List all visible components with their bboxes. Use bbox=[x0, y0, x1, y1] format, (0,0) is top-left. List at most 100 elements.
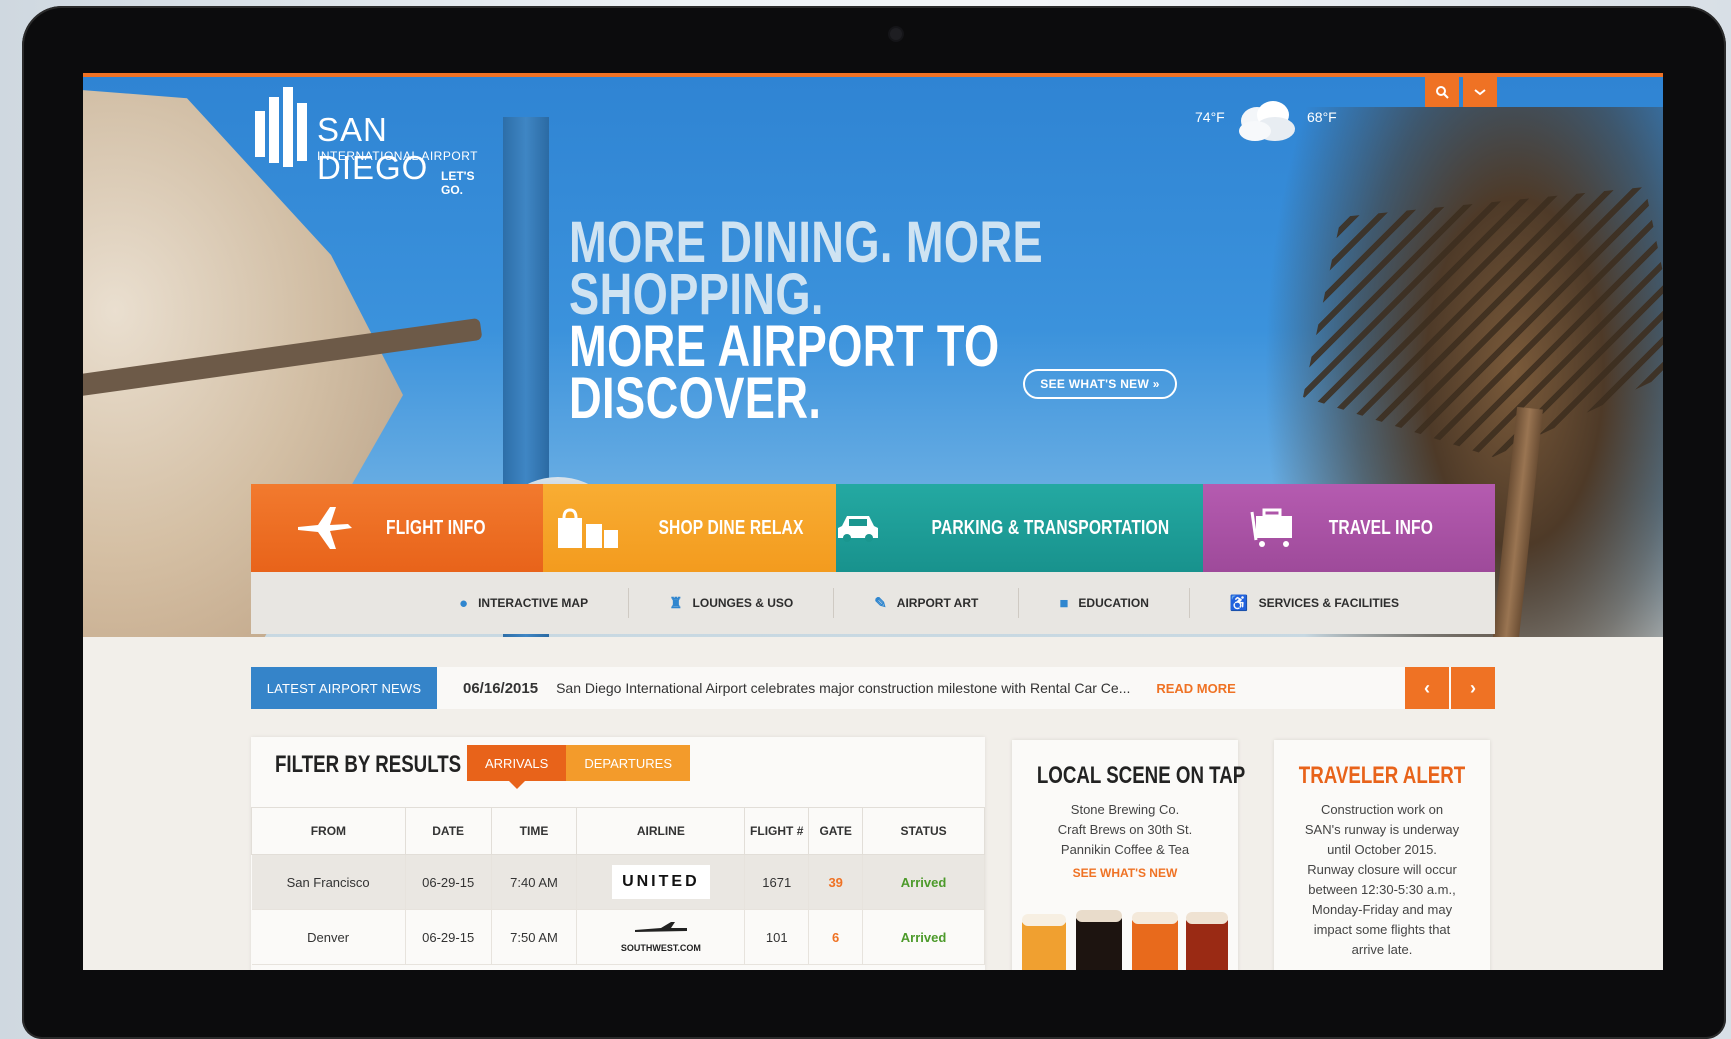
alert-line: between 12:30-5:30 a.m., bbox=[1308, 882, 1456, 897]
local-scene-card: LOCAL SCENE ON TAP Stone Brewing Co. Cra… bbox=[1012, 740, 1246, 970]
alert-line: SAN's runway is underway bbox=[1304, 822, 1460, 837]
alert-line: impact some flights that bbox=[1313, 922, 1451, 937]
map-pin-icon: ● bbox=[459, 594, 469, 612]
news-label: LATEST AIRPORT NEWS bbox=[251, 667, 437, 709]
tile-shop-dine-relax[interactable]: SHOP DINE RELAX bbox=[543, 484, 836, 572]
col-time[interactable]: TIME bbox=[490, 807, 578, 855]
news-prev-button[interactable]: ‹ bbox=[1405, 667, 1449, 709]
website-screen: SAN DIEGO INTERNATIONAL AIRPORT LET'S GO… bbox=[83, 73, 1663, 970]
southwest-plane-icon bbox=[634, 922, 687, 932]
traveler-alert-title: TRAVELER ALERT bbox=[1298, 762, 1466, 789]
tile-travel-info[interactable]: TRAVEL INFO bbox=[1202, 484, 1496, 572]
hero-headline-line1: MORE DINING. MORE SHOPPING. bbox=[569, 210, 1044, 327]
cell-gate: 6 bbox=[808, 909, 864, 965]
cell-gate: 39 bbox=[808, 854, 864, 910]
beer-glasses-image bbox=[1022, 910, 1228, 970]
local-scene-line: Craft Brews on 30th St. bbox=[1057, 822, 1193, 837]
alert-line: Construction work on bbox=[1320, 802, 1444, 817]
logo-mark-icon bbox=[255, 87, 307, 167]
flight-board: FILTER BY RESULTS ARRIVALS DEPARTURES FR… bbox=[251, 737, 985, 970]
accessibility-icon: ♿ bbox=[1229, 595, 1249, 612]
united-logo: UNITED bbox=[612, 865, 710, 899]
alert-line: Monday-Friday and may bbox=[1311, 902, 1453, 917]
tab-arrivals[interactable]: ARRIVALS bbox=[467, 745, 567, 789]
news-date: 06/16/2015 bbox=[463, 679, 539, 697]
col-date[interactable]: DATE bbox=[404, 807, 492, 855]
col-status[interactable]: STATUS bbox=[862, 807, 985, 855]
alert-line: until October 2015. bbox=[1327, 842, 1437, 857]
subnav-airport-art-label: AIRPORT ART bbox=[896, 596, 979, 610]
temp-low: 68°F bbox=[1307, 109, 1337, 125]
subnav-education-label: EDUCATION bbox=[1078, 596, 1149, 610]
news-pager: ‹ › bbox=[1403, 667, 1495, 709]
tab-departures[interactable]: DEPARTURES bbox=[566, 745, 690, 781]
tile-flight-info[interactable]: FLIGHT INFO bbox=[251, 484, 544, 572]
table-row[interactable]: San Francisco 06-29-15 7:40 AM UNITED 16… bbox=[251, 854, 985, 910]
subnav-interactive-map[interactable]: ● INTERACTIVE MAP bbox=[419, 588, 630, 618]
cell-flight: 1671 bbox=[744, 854, 810, 910]
search-button[interactable] bbox=[1425, 77, 1459, 107]
cell-airline: UNITED bbox=[576, 854, 746, 910]
subnav-services-facilities[interactable]: ♿ SERVICES & FACILITIES bbox=[1190, 588, 1439, 618]
tile-parking-transportation[interactable]: PARKING & TRANSPORTATION bbox=[835, 484, 1203, 572]
subnav-lounges-uso[interactable]: ♜ LOUNGES & USO bbox=[629, 588, 835, 618]
news-read-more-link[interactable]: READ MORE bbox=[1130, 667, 1235, 709]
cell-time: 7:40 AM bbox=[491, 854, 578, 910]
traveler-alert-body: Construction work on SAN's runway is und… bbox=[1274, 800, 1490, 960]
subnav-lounges-uso-label: LOUNGES & USO bbox=[692, 596, 794, 610]
local-scene-title: LOCAL SCENE ON TAP bbox=[1036, 762, 1246, 789]
car-icon bbox=[837, 516, 878, 542]
news-next-button[interactable]: › bbox=[1451, 667, 1495, 709]
cell-date: 06-29-15 bbox=[405, 909, 492, 965]
tile-parking-transportation-label: PARKING & TRANSPORTATION bbox=[931, 516, 1170, 539]
cell-date: 06-29-15 bbox=[405, 854, 492, 910]
logo-subtitle: INTERNATIONAL AIRPORT bbox=[317, 149, 478, 163]
local-scene-line: Pannikin Coffee & Tea bbox=[1060, 842, 1190, 857]
cell-status: Arrived bbox=[862, 854, 985, 910]
cell-flight: 101 bbox=[744, 909, 810, 965]
luggage-icon bbox=[1250, 508, 1292, 547]
cloud-icon bbox=[1239, 101, 1295, 141]
table-header-row: FROM DATE TIME AIRLINE FLIGHT # GATE STA… bbox=[251, 807, 985, 855]
col-from[interactable]: FROM bbox=[251, 807, 406, 855]
main-nav-tiles: FLIGHT INFO SHOP DINE RELAX PARKING & TR… bbox=[251, 484, 1496, 572]
tile-travel-info-label: TRAVEL INFO bbox=[1328, 516, 1433, 539]
alert-line: Runway closure will occur bbox=[1307, 862, 1457, 877]
shopping-bags-icon bbox=[557, 508, 618, 548]
hero-headline-line2: MORE AIRPORT TO DISCOVER. bbox=[569, 314, 1000, 431]
book-icon: ■ bbox=[1059, 594, 1069, 612]
col-flight[interactable]: FLIGHT # bbox=[744, 807, 810, 855]
col-gate[interactable]: GATE bbox=[808, 807, 864, 855]
alert-line: arrive late. bbox=[1351, 942, 1413, 957]
camera-icon bbox=[890, 28, 902, 40]
cell-from: Denver bbox=[251, 909, 406, 965]
flight-table: FROM DATE TIME AIRLINE FLIGHT # GATE STA… bbox=[251, 807, 985, 965]
table-row[interactable]: Denver 06-29-15 7:50 AM SOUTHWEST.COM 10… bbox=[251, 909, 985, 965]
menu-toggle-button[interactable] bbox=[1463, 77, 1497, 107]
local-scene-link[interactable]: SEE WHAT'S NEW bbox=[1012, 866, 1238, 880]
palette-icon: ✎ bbox=[874, 595, 887, 612]
chevron-down-icon bbox=[1474, 89, 1486, 96]
cell-from: San Francisco bbox=[251, 854, 406, 910]
see-whats-new-button[interactable]: SEE WHAT'S NEW » bbox=[1023, 369, 1177, 399]
tile-flight-info-label: FLIGHT INFO bbox=[386, 516, 487, 539]
airport-logo[interactable]: SAN DIEGO INTERNATIONAL AIRPORT LET'S GO… bbox=[253, 87, 493, 197]
hero-headline: MORE DINING. MORE SHOPPING. MORE AIRPORT… bbox=[569, 210, 1068, 431]
news-ticker: LATEST AIRPORT NEWS 06/16/2015 San Diego… bbox=[251, 667, 1495, 709]
flight-tabs: ARRIVALS DEPARTURES bbox=[467, 745, 690, 789]
col-airline[interactable]: AIRLINE bbox=[576, 807, 746, 855]
local-scene-body: Stone Brewing Co. Craft Brews on 30th St… bbox=[1012, 800, 1238, 860]
subnav-airport-art[interactable]: ✎ AIRPORT ART bbox=[834, 588, 1020, 618]
logo-tagline: LET'S GO. bbox=[441, 169, 475, 197]
subnav-interactive-map-label: INTERACTIVE MAP bbox=[478, 596, 589, 610]
search-icon bbox=[1436, 86, 1449, 99]
subnav-education[interactable]: ■ EDUCATION bbox=[1019, 588, 1190, 618]
tile-shop-dine-relax-label: SHOP DINE RELAX bbox=[658, 516, 804, 539]
local-scene-line: Stone Brewing Co. bbox=[1070, 802, 1180, 817]
lounge-chair-icon: ♜ bbox=[669, 595, 683, 612]
news-headline[interactable]: San Diego International Airport celebrat… bbox=[556, 667, 1130, 709]
flight-board-title: FILTER BY RESULTS bbox=[275, 751, 462, 778]
southwest-logo: SOUTHWEST.COM bbox=[620, 943, 701, 953]
cell-time: 7:50 AM bbox=[491, 909, 578, 965]
temp-high: 74°F bbox=[1195, 109, 1225, 125]
